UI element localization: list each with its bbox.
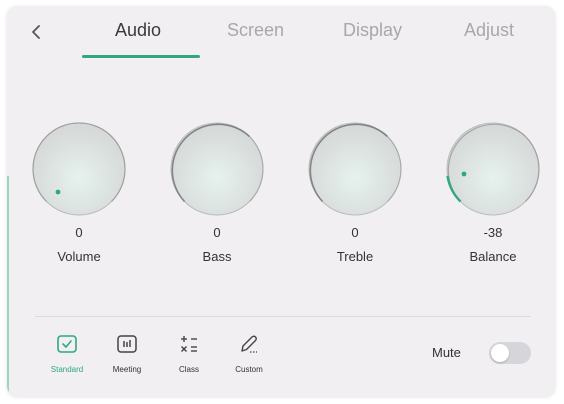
pencil-icon: [241, 335, 257, 353]
treble-knob[interactable]: [300, 114, 410, 224]
balance-label: Balance: [469, 249, 517, 264]
mode-custom-label: Custom: [235, 365, 263, 374]
audio-settings-panel: Audio Screen Display Adjust 0 Volume 0 B…: [7, 6, 555, 396]
mode-class-label: Class: [178, 365, 199, 374]
mode-standard-label: Standard: [50, 365, 84, 374]
mode-standard[interactable]: Standard: [40, 332, 94, 380]
mode-custom[interactable]: Custom: [222, 332, 276, 380]
balance-value: -38: [483, 225, 503, 240]
panel-left-accent: [7, 176, 9, 396]
active-tab-indicator: [82, 55, 200, 58]
calculator-icon: [181, 336, 197, 352]
check-square-icon: [57, 335, 77, 353]
tab-screen[interactable]: Screen: [227, 20, 284, 41]
mute-toggle[interactable]: [489, 342, 531, 364]
tab-adjust[interactable]: Adjust: [464, 20, 514, 41]
volume-value: 0: [75, 225, 83, 240]
bass-label: Bass: [202, 249, 232, 264]
mute-label: Mute: [432, 345, 461, 360]
volume-knob[interactable]: [24, 114, 134, 224]
mode-meeting-label: Meeting: [112, 365, 142, 374]
balance-knob[interactable]: [438, 114, 548, 224]
volume-label: Volume: [57, 249, 101, 264]
tab-display[interactable]: Display: [343, 20, 402, 41]
mode-meeting[interactable]: Meeting: [100, 332, 154, 380]
tab-bar: Audio Screen Display Adjust: [7, 6, 555, 66]
equalizer-icon: [117, 335, 137, 353]
mode-class[interactable]: Class: [162, 332, 216, 380]
tab-audio[interactable]: Audio: [115, 20, 161, 41]
treble-label: Treble: [336, 249, 374, 264]
bass-value: 0: [213, 225, 221, 240]
section-divider: [35, 316, 531, 317]
treble-value: 0: [351, 225, 359, 240]
bass-knob[interactable]: [162, 114, 272, 224]
mute-toggle-thumb: [491, 344, 509, 362]
